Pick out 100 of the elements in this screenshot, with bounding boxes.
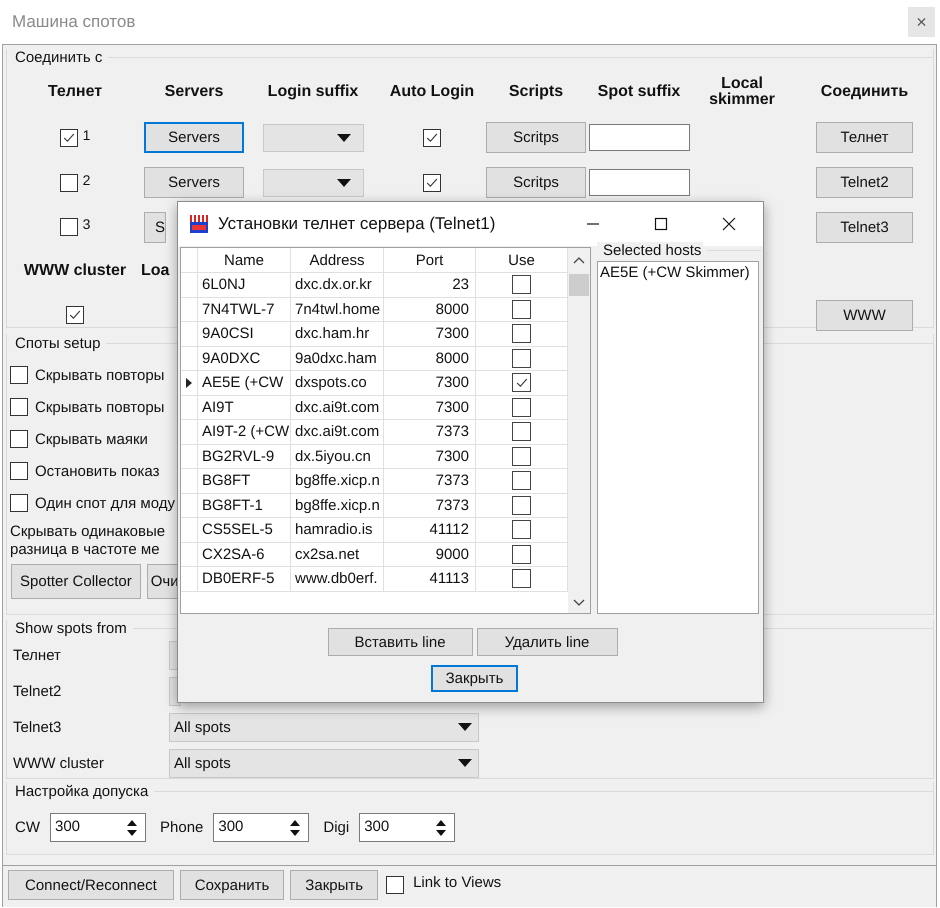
field-label: CW	[15, 819, 40, 836]
number-spinner[interactable]: 300	[50, 813, 146, 842]
scroll-thumb[interactable]	[569, 274, 589, 296]
number-spinner[interactable]: 300	[359, 813, 456, 842]
column-header: Local skimmer	[708, 74, 776, 110]
checkbox[interactable]	[512, 569, 531, 588]
caret-icon	[336, 134, 350, 142]
filter-dropdown[interactable]: All spots	[169, 748, 479, 778]
column-header: Use	[476, 248, 568, 273]
list-item[interactable]: AE5E (+CW Skimmer)	[600, 264, 756, 281]
dropdown[interactable]	[262, 124, 364, 152]
checkbox[interactable]	[66, 306, 84, 324]
connect-button[interactable]: Telnet2	[816, 167, 913, 198]
field-label: Digi	[323, 819, 350, 836]
checkbox[interactable]	[512, 422, 531, 442]
checkbox[interactable]	[512, 398, 531, 417]
table-cell: dxc.dx.or.kr	[291, 273, 384, 298]
table-cell: www.db0erf.	[291, 567, 384, 592]
table-cell: AE5E (+CW	[198, 371, 291, 396]
checkbox[interactable]	[10, 398, 28, 416]
checkbox[interactable]	[512, 446, 531, 466]
table-cell: hamradio.is	[291, 518, 384, 542]
checkbox[interactable]	[512, 471, 531, 490]
table-cell: cx2sa.net	[291, 542, 384, 567]
table-cell: 7300	[384, 322, 476, 346]
note-text: разница в частоте ме	[10, 541, 160, 559]
caret-icon	[336, 178, 350, 186]
table-cell: 23	[384, 273, 476, 298]
spinner-arrows-icon	[290, 818, 300, 836]
line-button[interactable]: Удалить line	[476, 628, 618, 656]
scrollbar[interactable]	[568, 248, 590, 613]
servers-button[interactable]: S	[144, 212, 166, 242]
section-label: Loa	[141, 262, 170, 280]
spotter-collector-button[interactable]: Spotter Collector	[11, 564, 141, 599]
source-label: WWW cluster	[13, 754, 105, 772]
checkbox[interactable]	[512, 300, 531, 319]
table-cell: dxc.ai9t.com	[291, 420, 384, 444]
checkbox[interactable]	[423, 128, 441, 146]
column-header: Login suffix	[266, 82, 360, 102]
table-cell: CX2SA-6	[198, 542, 291, 567]
table-cell: bg8ffe.xicp.n	[291, 494, 384, 518]
maximize-icon[interactable]	[654, 217, 668, 231]
connect-button[interactable]: Telnet3	[816, 212, 913, 242]
close-dialog-button[interactable]: Закрыть	[431, 665, 518, 692]
table-cell: 8000	[384, 346, 476, 371]
footer-button[interactable]: Закрыть	[290, 870, 378, 900]
line-button[interactable]: Вставить line	[328, 628, 472, 656]
table-cell: 41112	[384, 518, 476, 542]
checkbox[interactable]	[423, 174, 441, 192]
spot-suffix-field[interactable]	[589, 124, 690, 151]
hosts-list[interactable]: AE5E (+CW Skimmer)	[597, 261, 759, 614]
table-cell: 7300	[384, 371, 476, 396]
note-text: Скрывать одинаковые	[10, 523, 166, 541]
spot-suffix-field[interactable]	[589, 169, 690, 196]
footer-button[interactable]: Сохранить	[180, 870, 284, 900]
spinner-arrows-icon	[436, 818, 446, 836]
servers-button[interactable]: Servers	[144, 122, 244, 153]
table-cell: CS5SEL-5	[198, 518, 291, 542]
filter-dropdown[interactable]: All spots	[169, 712, 479, 742]
table-cell: 7373	[384, 494, 476, 518]
option-label: Скрывать повторы	[35, 366, 164, 384]
checkbox[interactable]	[512, 373, 531, 392]
www-button[interactable]: WWW	[816, 300, 913, 330]
column-header: Scripts	[508, 82, 564, 102]
row-header[interactable]	[181, 371, 198, 396]
scripts-button[interactable]: Scritps	[486, 167, 586, 198]
checkbox[interactable]	[60, 174, 78, 192]
source-label: Telnet3	[13, 718, 62, 736]
scripts-button[interactable]: Scritps	[486, 122, 586, 153]
close-button[interactable]: ×	[908, 7, 935, 37]
table-cell: 7300	[384, 396, 476, 420]
table-cell: 9000	[384, 542, 476, 567]
table-cell: 7373	[384, 420, 476, 444]
checkbox[interactable]	[10, 462, 28, 480]
number-spinner[interactable]: 300	[213, 813, 310, 842]
checkbox[interactable]	[60, 128, 78, 146]
checkbox[interactable]	[10, 430, 28, 448]
table-cell: BG2RVL-9	[198, 444, 291, 469]
checkbox[interactable]	[512, 496, 531, 515]
checkbox[interactable]	[10, 494, 28, 512]
footer-button[interactable]: Connect/Reconnect	[8, 870, 174, 900]
checkbox[interactable]	[512, 324, 531, 344]
dropdown-value: All spots	[174, 718, 231, 736]
checkbox[interactable]	[60, 218, 78, 236]
servers-button[interactable]: Servers	[144, 167, 244, 198]
row-pointer-icon	[186, 378, 192, 388]
column-header: Телнет	[46, 82, 104, 102]
dropdown[interactable]	[262, 168, 364, 196]
table-cell: dxspots.co	[291, 371, 384, 396]
checkbox[interactable]	[512, 275, 531, 294]
checkbox[interactable]	[10, 366, 28, 384]
close-icon[interactable]	[722, 217, 736, 231]
checkbox[interactable]	[512, 348, 531, 368]
column-header: Port	[384, 248, 476, 273]
checkbox[interactable]	[512, 520, 531, 540]
table-cell: 7373	[384, 469, 476, 494]
checkbox[interactable]	[512, 544, 531, 564]
table-cell: bg8ffe.xicp.n	[291, 469, 384, 494]
connect-button[interactable]: Телнет	[816, 122, 913, 153]
checkbox[interactable]	[386, 876, 404, 894]
